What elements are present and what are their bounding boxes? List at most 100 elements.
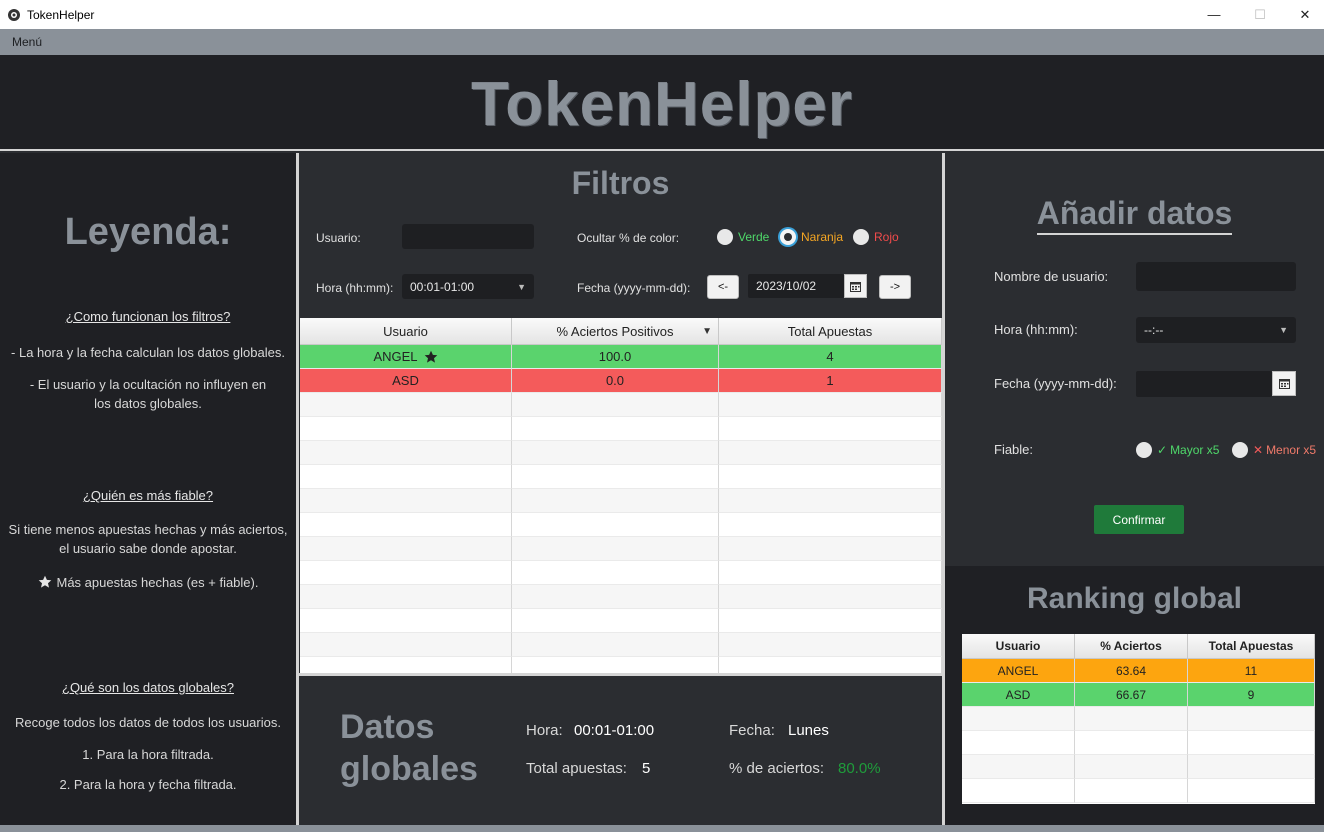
cell-pct: 100.0: [512, 345, 719, 369]
global-bets-label: Total apuestas:: [526, 760, 627, 777]
global-title-line2: globales: [340, 750, 478, 788]
legend-text: 1. Para la hora filtrada.: [82, 747, 214, 762]
global-data-panel: Datos globales Hora: 00:01-01:00 Fecha: …: [299, 676, 942, 825]
global-hour-label: Hora:: [526, 722, 563, 739]
chevron-down-icon: ▼: [1279, 325, 1288, 335]
ranking-row[interactable]: ASD 66.67 9: [962, 683, 1315, 707]
filters-title: Filtros: [571, 165, 670, 201]
global-pct-label: % de aciertos:: [729, 760, 825, 777]
global-bets-value: 5: [642, 760, 651, 777]
ranking-row-empty: [962, 755, 1315, 779]
radio-orange[interactable]: Naranja: [780, 229, 843, 245]
ranking-row[interactable]: ANGEL 63.64 11: [962, 659, 1315, 683]
legend-text: - El usuario y la ocultación no influyen…: [29, 377, 267, 392]
brand-title: TokenHelper: [471, 70, 853, 139]
ranking-body: ANGEL 63.64 11 ASD 66.67 9: [962, 659, 1315, 803]
legend-text: Si tiene menos apuestas hechas y más aci…: [8, 522, 288, 537]
legend-text: Recoge todos los datos de todos los usua…: [15, 715, 281, 730]
add-user-label: Nombre de usuario:: [994, 269, 1109, 284]
legend-text: el usuario sabe donde apostar.: [59, 541, 237, 556]
filter-date-input[interactable]: 2023/10/02: [748, 274, 844, 298]
ranking-header: Usuario % Aciertos Total Apuestas: [962, 634, 1315, 659]
table-body: ANGEL 100.0 4 ASD 0.0 1: [300, 345, 942, 673]
table-row-empty: [300, 585, 942, 609]
add-hour-value: --:--: [1144, 323, 1164, 337]
radio-orange-dot[interactable]: [780, 229, 796, 245]
calendar-button[interactable]: [844, 274, 867, 298]
legend-question-global: ¿Qué son los datos globales?: [62, 680, 234, 695]
filter-hour-value: 00:01-01:00: [410, 279, 475, 294]
table-row[interactable]: ANGEL 100.0 4: [300, 345, 942, 369]
add-title: Añadir datos: [945, 195, 1324, 235]
radio-major[interactable]: ✓ Mayor x5: [1136, 442, 1219, 458]
filter-hour-label: Hora (hh:mm):: [316, 281, 394, 295]
cross-icon: ✕: [1253, 443, 1264, 457]
radio-red-dot[interactable]: [853, 229, 869, 245]
cell-pct: 0.0: [512, 369, 719, 393]
filter-hour-select[interactable]: 00:01-01:00 ▼: [402, 274, 534, 299]
close-button[interactable]: ✕: [1282, 0, 1324, 29]
add-hour-select[interactable]: --:-- ▼: [1136, 317, 1296, 343]
ranking-col-user[interactable]: Usuario: [962, 634, 1075, 658]
table-row-empty: [300, 465, 942, 489]
add-reliable-label: Fiable:: [994, 442, 1034, 457]
sort-desc-icon: ▼: [702, 325, 712, 337]
global-title: Datos globales: [340, 706, 478, 790]
cell-user: ASD: [300, 369, 512, 393]
status-bar: [0, 825, 1324, 832]
table-row-empty: [300, 609, 942, 633]
add-user-input[interactable]: [1136, 262, 1296, 291]
ranking-col-total[interactable]: Total Apuestas: [1188, 634, 1315, 658]
minimize-button[interactable]: —: [1191, 0, 1237, 29]
ranking-cell-pct: 66.67: [1075, 683, 1188, 707]
radio-green[interactable]: Verde: [717, 229, 769, 245]
ranking-col-pct[interactable]: % Aciertos: [1075, 634, 1188, 658]
window-title: TokenHelper: [27, 7, 95, 22]
global-date-value: Lunes: [788, 722, 829, 739]
radio-green-label: Verde: [738, 230, 770, 244]
radio-major-label: Mayor x5: [1170, 443, 1220, 457]
next-date-button[interactable]: ->: [879, 275, 911, 299]
cell-total: 1: [719, 369, 942, 393]
legend-text: los datos globales.: [94, 396, 202, 411]
menu-item-menu[interactable]: Menú: [12, 35, 42, 49]
add-calendar-button[interactable]: [1272, 371, 1296, 396]
legend-question-filters: ¿Como funcionan los filtros?: [65, 309, 231, 324]
table-header: Usuario % Aciertos Positivos ▼ Total Apu…: [300, 318, 942, 345]
table-row-empty: [300, 657, 942, 673]
radio-red[interactable]: Rojo: [853, 229, 899, 245]
ranking-row-empty: [962, 731, 1315, 755]
table-row-empty: [300, 561, 942, 585]
radio-major-dot[interactable]: [1136, 442, 1152, 458]
maximize-button[interactable]: ☐: [1237, 0, 1283, 29]
ranking-table: Usuario % Aciertos Total Apuestas ANGEL …: [962, 634, 1315, 804]
radio-minor-dot[interactable]: [1232, 442, 1248, 458]
ranking-cell-total: 9: [1188, 683, 1315, 707]
radio-green-dot[interactable]: [717, 229, 733, 245]
table-row[interactable]: ASD 0.0 1: [300, 369, 942, 393]
global-title-line1: Datos: [340, 708, 435, 746]
col-header-pct[interactable]: % Aciertos Positivos ▼: [512, 318, 719, 344]
add-date-input[interactable]: [1136, 371, 1272, 397]
cell-user-name: ANGEL: [373, 349, 418, 364]
calendar-icon: [1278, 379, 1290, 389]
legend-star-line: Más apuestas hechas (es + fiable).: [0, 573, 296, 592]
add-title-text: Añadir datos: [1036, 195, 1233, 235]
window-titlebar: TokenHelper — ☐ ✕: [0, 0, 1324, 29]
filter-user-input[interactable]: [402, 224, 534, 249]
radio-minor[interactable]: ✕ Menor x5: [1232, 442, 1316, 458]
confirm-button[interactable]: Confirmar: [1094, 505, 1184, 534]
add-hour-label: Hora (hh:mm):: [994, 322, 1078, 337]
col-header-total[interactable]: Total Apuestas: [719, 318, 942, 344]
ranking-panel: Ranking global Usuario % Aciertos Total …: [945, 566, 1324, 825]
ranking-cell-user: ASD: [962, 683, 1075, 707]
add-date-label: Fecha (yyyy-mm-dd):: [994, 376, 1117, 391]
prev-date-button[interactable]: <-: [707, 275, 739, 299]
ranking-cell-pct: 63.64: [1075, 659, 1188, 683]
chevron-down-icon: ▼: [517, 281, 526, 292]
ranking-row-empty: [962, 707, 1315, 731]
ranking-cell-total: 11: [1188, 659, 1315, 683]
table-row-empty: [300, 537, 942, 561]
star-icon: [424, 350, 437, 363]
col-header-user[interactable]: Usuario: [300, 318, 512, 344]
